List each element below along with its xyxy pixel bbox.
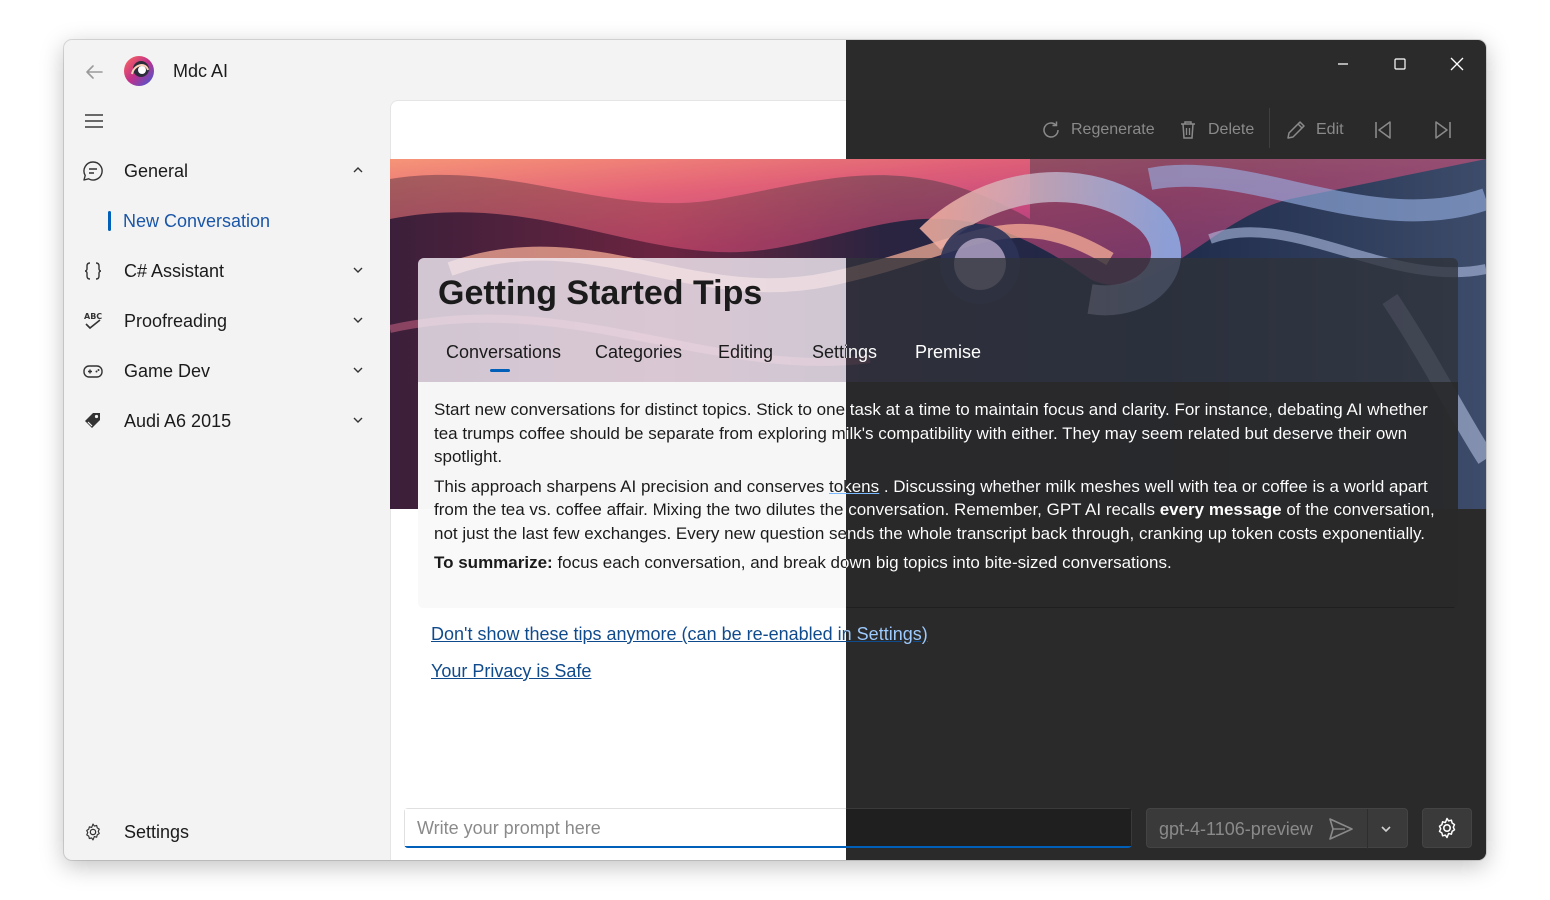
tab-settings[interactable]: Settings bbox=[812, 342, 877, 363]
tips-summary: To summarize: focus each conversation, a… bbox=[434, 551, 1454, 575]
sidebar-item-game-dev[interactable]: Game Dev bbox=[64, 351, 384, 391]
pencil-icon bbox=[1287, 121, 1305, 139]
app-window: Mdc AI General New Conversation C# Assis… bbox=[64, 40, 1486, 860]
gamepad-icon bbox=[82, 360, 104, 382]
model-name: gpt-4-1106-preview bbox=[1159, 819, 1313, 839]
sidebar-item-new-conversation[interactable]: New Conversation bbox=[64, 201, 384, 241]
back-arrow-icon[interactable] bbox=[82, 60, 106, 84]
delete-button[interactable]: Delete bbox=[1177, 118, 1254, 142]
tips-emphasis: every message bbox=[1159, 500, 1282, 519]
prompt-input[interactable]: Write your prompt here bbox=[404, 808, 1132, 848]
tab-premise[interactable]: Premise bbox=[915, 342, 981, 363]
tips-paragraph-2: This approach sharpens AI precision and … bbox=[434, 475, 1454, 546]
privacy-link[interactable]: Your Privacy is Safe bbox=[431, 661, 591, 682]
tag-icon bbox=[82, 410, 104, 432]
sidebar-item-label: Game Dev bbox=[124, 361, 211, 381]
tokens-link[interactable]: tokens bbox=[829, 477, 879, 496]
minimize-icon[interactable] bbox=[1320, 46, 1366, 82]
chevron-down-icon[interactable] bbox=[1379, 822, 1393, 836]
tab-categories[interactable]: Categories bbox=[595, 342, 682, 363]
dont-show-tips-link[interactable]: Don't show these tips anymore (can be re… bbox=[431, 624, 928, 645]
summary-text: focus each conversation, and break down … bbox=[552, 553, 1172, 572]
getting-started-tips-card: Getting Started Tips Conversations Categ… bbox=[418, 258, 1458, 608]
delete-label: Delete bbox=[1208, 121, 1255, 138]
sidebar-item-label: General bbox=[124, 161, 189, 181]
app-title: Mdc AI bbox=[173, 61, 229, 81]
edit-button[interactable]: Edit bbox=[1285, 118, 1344, 142]
mdc-ai-logo bbox=[122, 54, 156, 88]
regenerate-button[interactable]: Regenerate bbox=[1040, 118, 1155, 142]
sidebar-item-label: New Conversation bbox=[123, 211, 271, 231]
tips-title: Getting Started Tips bbox=[438, 274, 763, 312]
spellcheck-icon: ABC bbox=[82, 310, 104, 332]
chevron-down-icon[interactable] bbox=[350, 312, 366, 328]
tips-paragraph-2-text: This approach sharpens AI precision and … bbox=[434, 476, 830, 496]
tips-paragraph-1: Start new conversations for distinct top… bbox=[434, 400, 1428, 466]
model-divider bbox=[1367, 809, 1368, 849]
refresh-icon bbox=[1043, 121, 1059, 138]
chat-settings-button[interactable] bbox=[1422, 808, 1472, 848]
send-icon[interactable] bbox=[1327, 816, 1355, 842]
skip-first-icon[interactable] bbox=[1372, 118, 1403, 142]
settings-label: Settings bbox=[124, 822, 190, 842]
tab-conversations[interactable]: Conversations bbox=[446, 342, 561, 363]
hamburger-menu-icon[interactable] bbox=[82, 110, 106, 132]
edit-label: Edit bbox=[1316, 121, 1344, 138]
close-icon[interactable] bbox=[1434, 46, 1480, 82]
gear-icon bbox=[82, 821, 104, 843]
summary-label: To summarize: bbox=[434, 553, 553, 572]
sidebar-item-label: Audi A6 2015 bbox=[124, 411, 232, 431]
sidebar-item-label: Proofreading bbox=[124, 311, 228, 331]
sidebar-item-general[interactable]: General bbox=[64, 151, 384, 191]
toolbar-divider bbox=[1269, 108, 1270, 148]
chevron-down-icon[interactable] bbox=[350, 362, 366, 378]
chat-bubble-icon bbox=[82, 160, 104, 182]
sidebar-item-csharp-assistant[interactable]: C# Assistant bbox=[64, 251, 384, 291]
chevron-down-icon[interactable] bbox=[350, 262, 366, 278]
tips-content: Start new conversations for distinct top… bbox=[434, 398, 1454, 581]
sidebar-settings[interactable]: Settings bbox=[64, 812, 384, 852]
regenerate-label: Regenerate bbox=[1071, 121, 1155, 138]
sidebar-item-audi-a6-2015[interactable]: Audi A6 2015 bbox=[64, 401, 384, 441]
gear-icon bbox=[1438, 817, 1456, 839]
maximize-icon[interactable] bbox=[1377, 46, 1423, 82]
selection-indicator bbox=[108, 211, 111, 231]
chevron-up-icon[interactable] bbox=[350, 162, 366, 178]
sidebar-item-label: C# Assistant bbox=[124, 261, 225, 281]
braces-icon bbox=[82, 260, 104, 282]
skip-last-icon[interactable] bbox=[1432, 118, 1463, 142]
sidebar-item-proofreading[interactable]: ABC Proofreading bbox=[64, 301, 384, 341]
trash-icon bbox=[1181, 121, 1195, 139]
active-tab-indicator bbox=[490, 369, 510, 372]
chevron-down-icon[interactable] bbox=[350, 412, 366, 428]
tab-editing[interactable]: Editing bbox=[718, 342, 773, 363]
prompt-placeholder: Write your prompt here bbox=[417, 818, 601, 838]
model-selector[interactable]: gpt-4-1106-preview bbox=[1146, 808, 1408, 849]
